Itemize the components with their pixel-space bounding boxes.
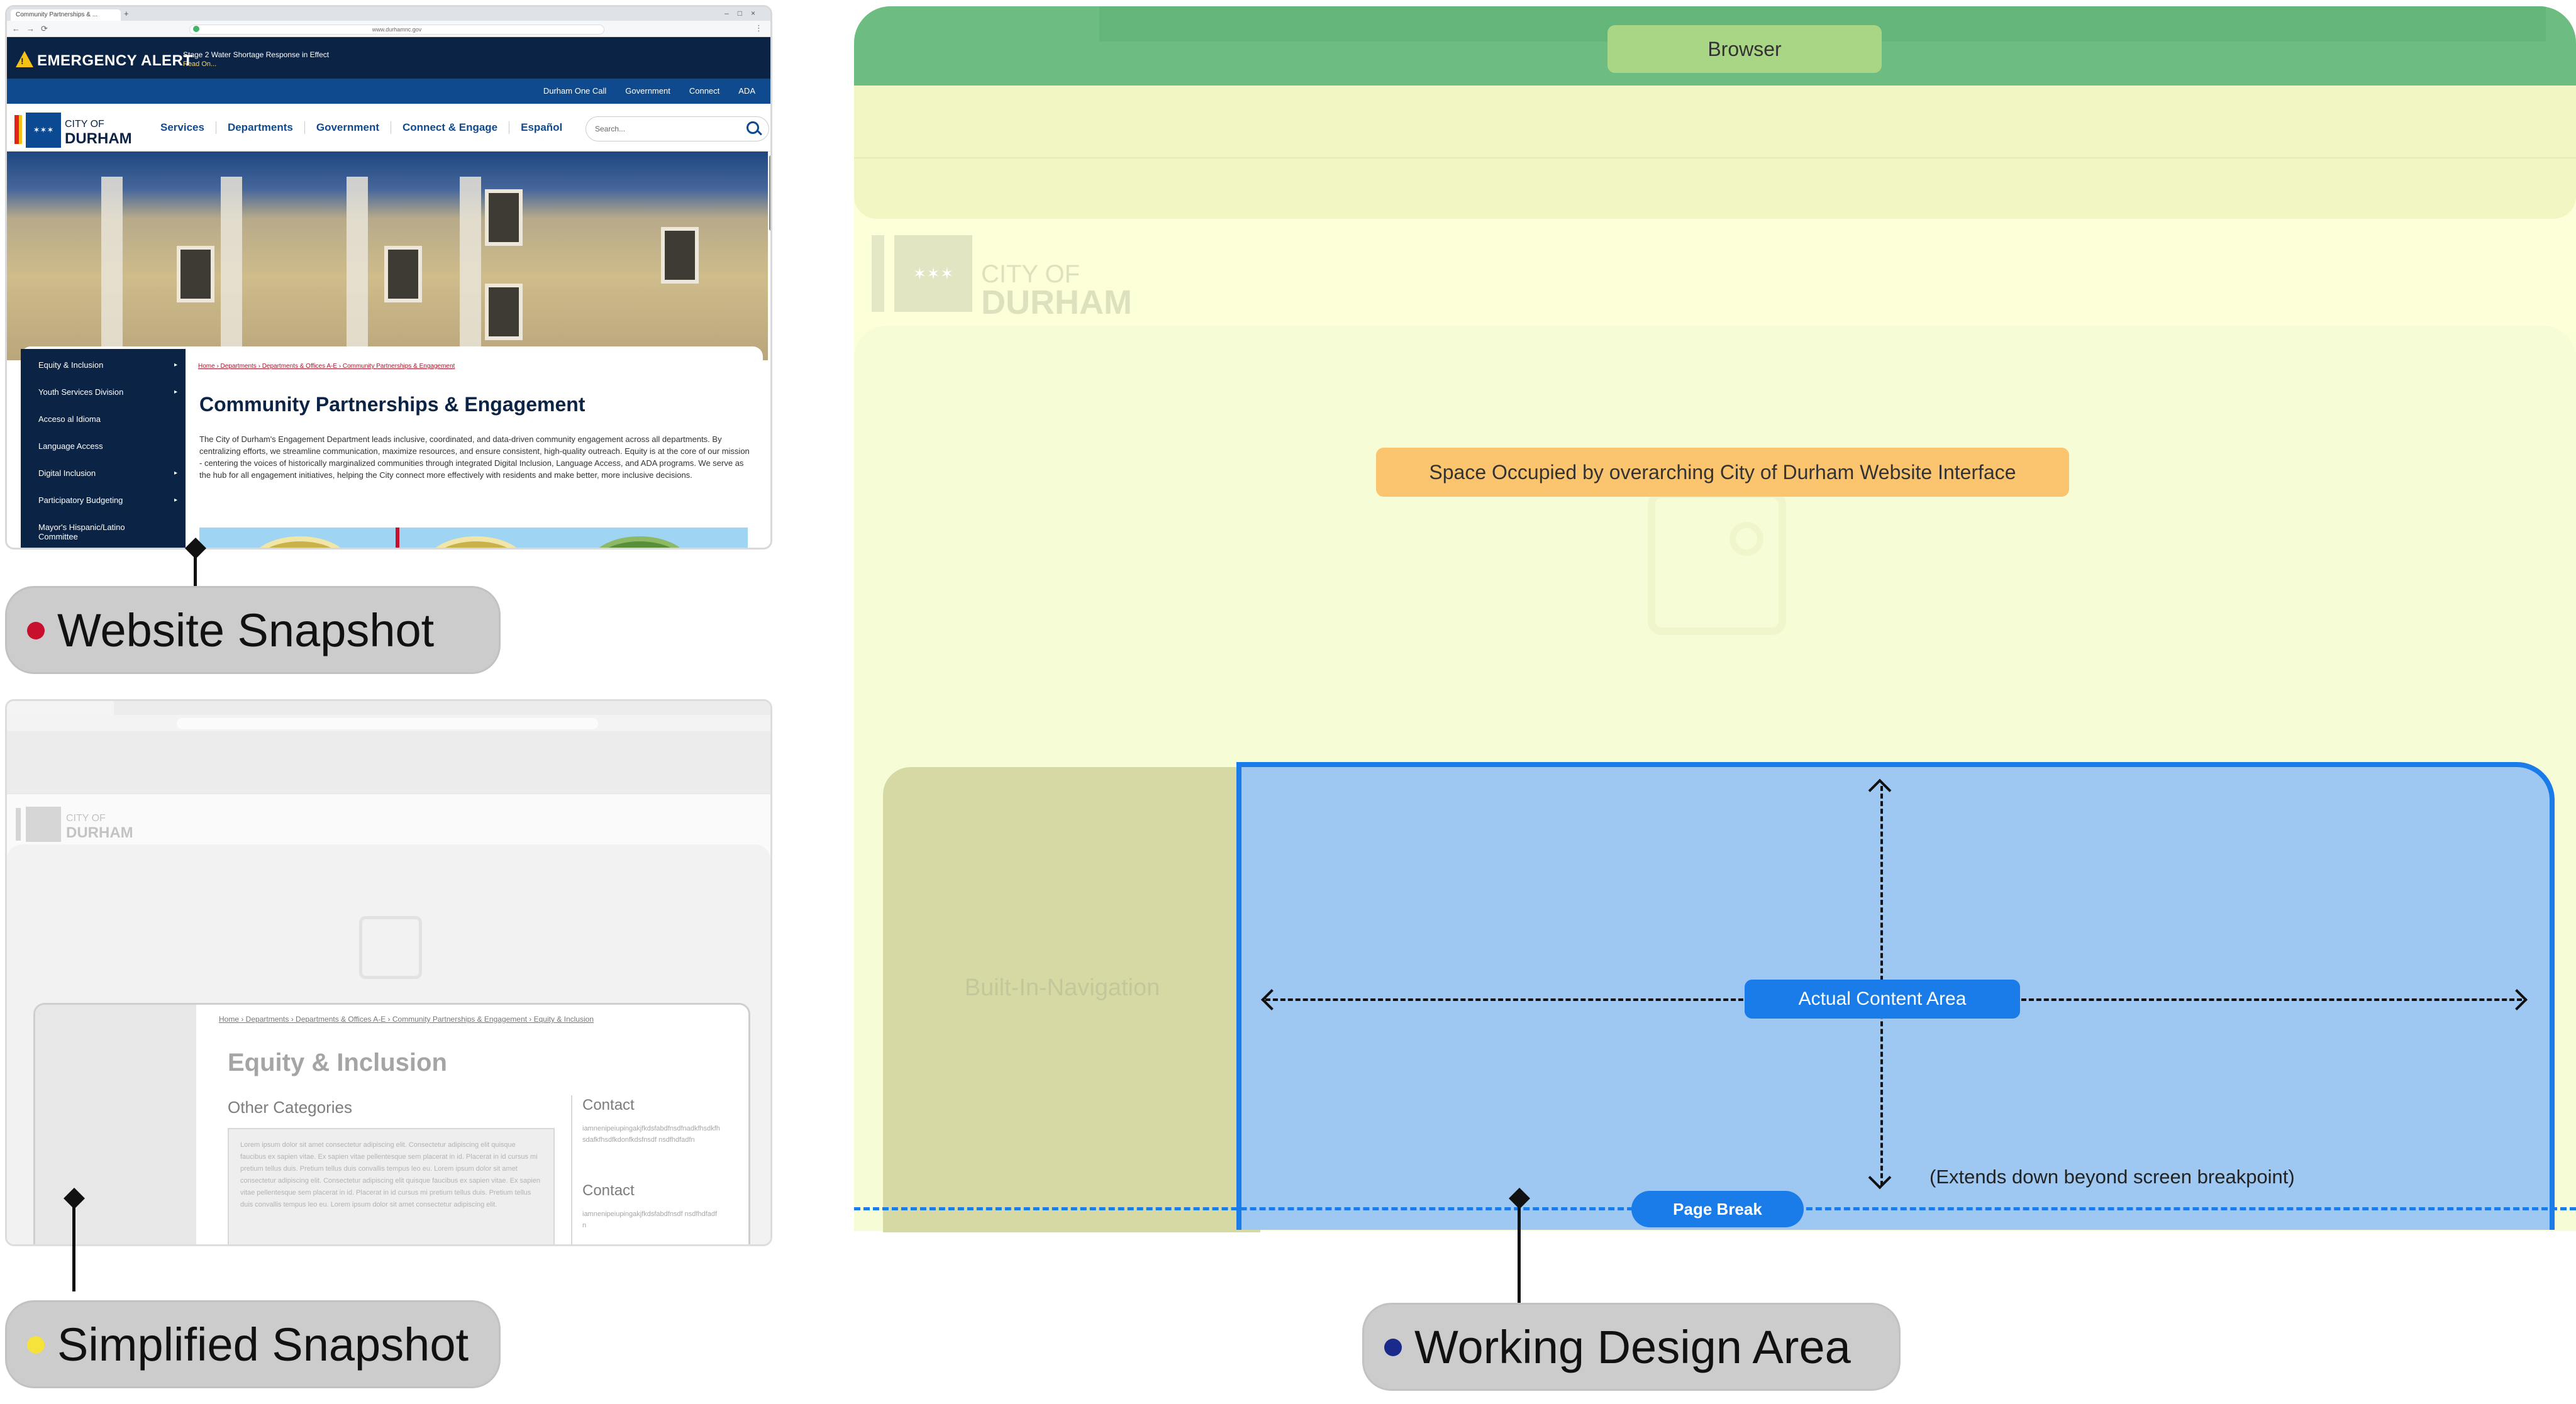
sidebar-item[interactable]: Acceso al Idioma (38, 414, 170, 424)
utility-link[interactable]: Connect (689, 86, 719, 96)
website-snapshot-label: Website Snapshot (5, 586, 501, 674)
website-interface-label: Space Occupied by overarching City of Du… (1376, 448, 2069, 497)
placeholder-text-box: Lorem ipsum dolor sit amet consectetur a… (228, 1128, 555, 1244)
design-logo-stripe (872, 235, 884, 312)
red-dot-icon (27, 622, 45, 639)
sidebar-item[interactable]: Equity & Inclusion (38, 360, 170, 370)
website-snapshot-label-text: Website Snapshot (57, 604, 435, 656)
navy-dot-icon (1384, 1339, 1402, 1356)
other-categories-heading: Other Categories (228, 1098, 352, 1117)
simplified-city-seal-icon (26, 807, 61, 842)
sidebar-item[interactable]: Digital Inclusion (38, 468, 170, 478)
alert-message: Stage 2 Water Shortage Response in Effec… (183, 50, 330, 59)
logo-city-text: CITY OF (65, 119, 104, 130)
simplified-sidebar (35, 1005, 196, 1244)
simplified-logo-city-text: CITY OF (66, 813, 106, 824)
design-logo-durham-text: DURHAM (981, 284, 1132, 321)
search-input[interactable]: Search... (586, 116, 769, 141)
alert-title: EMERGENCY ALERT (37, 52, 193, 69)
browser-divider (854, 157, 2576, 158)
browser-region: Browser (854, 6, 2576, 219)
nav-link[interactable]: Connect & Engage (391, 121, 510, 134)
page-intro-paragraph: The City of Durham's Engagement Departme… (199, 434, 750, 480)
horizontal-extent-arrow-left (1265, 998, 1743, 1001)
sidebar-item[interactable]: Mayor's Hispanic/Latino Committee (38, 522, 158, 541)
simplified-snapshot-label: Simplified Snapshot (5, 1300, 501, 1388)
simplified-page-title: Equity & Inclusion (228, 1049, 447, 1076)
chevron-right-icon[interactable]: ▸ (174, 362, 177, 368)
city-seal-icon[interactable]: ✶✶✶ (26, 113, 61, 148)
column-divider (571, 1095, 572, 1244)
image-placeholder-icon (1648, 490, 1786, 635)
logo-stripe-red (14, 115, 19, 144)
sidebar-item[interactable]: Participatory Budgeting (38, 495, 170, 505)
simplified-tab (7, 701, 114, 715)
yellow-dot-icon (27, 1336, 45, 1354)
browser-tab-strip (7, 7, 770, 21)
page-scrollbar[interactable] (769, 155, 770, 231)
alert-read-on-link[interactable]: Read On... (183, 60, 216, 68)
simplified-content-card: Home › Departments › Departments & Offic… (33, 1003, 750, 1244)
builtin-navigation-label: Built-In-Navigation (964, 975, 1160, 1001)
contact-heading: Contact (582, 1182, 635, 1199)
chevron-right-icon[interactable]: ▸ (174, 470, 177, 477)
utility-bar: Durham One Call Government Connect ADA (7, 79, 770, 104)
sidebar-navigation: Equity & Inclusion ▸ Youth Services Divisi… (21, 349, 186, 548)
window-controls-icon[interactable]: –□× (724, 9, 764, 18)
image-placeholder-icon (359, 916, 422, 979)
design-city-seal-icon: ✶✶✶ (894, 235, 972, 312)
utility-link[interactable]: Government (625, 86, 670, 96)
simplified-logo-stripe (16, 808, 21, 841)
logo-durham-text[interactable]: DURHAM (65, 130, 132, 148)
main-navigation: ✶✶✶ CITY OF DURHAM Services Departments Go… (7, 104, 770, 152)
utility-links: Durham One Call Government Connect ADA (543, 86, 755, 96)
horizontal-extent-arrow-right (2021, 998, 2522, 1001)
browser-label: Browser (1607, 25, 1882, 73)
breadcrumb[interactable]: Home › Departments › Departments & Offic… (198, 363, 455, 370)
emergency-alert-banner: ! EMERGENCY ALERT Stage 2 Water Shortage… (7, 37, 770, 79)
warning-icon (16, 51, 33, 67)
nav-links: Services Departments Government Connect & E… (149, 121, 574, 134)
nav-link[interactable]: Government (305, 121, 392, 134)
page-title: Community Partnerships & Engagement (199, 393, 586, 416)
simplified-snapshot-frame: CITY OF DURHAM Home › Departments › Depa… (5, 699, 772, 1246)
nav-link[interactable]: Español (509, 121, 574, 134)
website-snapshot-frame: Community Partnerships & ... + –□× ←→⟳ w… (5, 5, 772, 550)
browser-tab[interactable]: Community Partnerships & ... (11, 9, 121, 21)
browser-nav-icons[interactable]: ←→⟳ (12, 24, 54, 34)
actual-content-label: Actual Content Area (1745, 980, 2020, 1019)
utility-link[interactable]: Durham One Call (543, 86, 606, 96)
sidebar-item[interactable]: Language Access (38, 441, 170, 451)
connector-line (72, 1198, 75, 1291)
simplified-logo-durham-text: DURHAM (66, 824, 133, 841)
chevron-right-icon[interactable]: ▸ (174, 497, 177, 504)
engagement-illustration-image (199, 528, 748, 548)
nav-link[interactable]: Services (149, 121, 216, 134)
connector-line (194, 548, 197, 586)
logo-stripe-yellow (19, 115, 22, 144)
connector-line (1518, 1198, 1521, 1303)
hero-building-image (7, 152, 768, 360)
nav-link[interactable]: Departments (216, 121, 305, 134)
site-secure-icon (193, 26, 199, 32)
new-tab-icon[interactable]: + (124, 9, 129, 18)
address-bar[interactable]: www.durhamnc.gov (189, 25, 604, 35)
extends-note: (Extends down beyond screen breakpoint) (1929, 1166, 2295, 1188)
contact-text: iamnenipeiupingakjfkdsfabdfnsdfnadkfhsdk… (582, 1125, 720, 1144)
working-design-area-label: Working Design Area (1362, 1303, 1901, 1391)
simplified-breadcrumb[interactable]: Home › Departments › Departments & Offic… (219, 1015, 594, 1024)
page-break-label: Page Break (1631, 1191, 1804, 1227)
browser-menu-icon[interactable]: ⋮ (755, 23, 763, 33)
simplified-snapshot-label-text: Simplified Snapshot (57, 1318, 469, 1371)
sidebar-item[interactable]: Youth Services Division (38, 387, 170, 397)
contact-heading: Contact (582, 1097, 635, 1114)
contact-text: iamnenipeiupingakjfkdsfabdfnsdf nsdfhdfa… (582, 1210, 718, 1229)
simplified-address-bar (177, 718, 598, 729)
warning-icon-mark: ! (21, 56, 24, 66)
utility-link[interactable]: ADA (738, 86, 755, 96)
search-icon[interactable] (747, 121, 759, 134)
working-design-area-label-text: Working Design Area (1414, 1321, 1851, 1373)
chevron-right-icon[interactable]: ▸ (174, 389, 177, 395)
